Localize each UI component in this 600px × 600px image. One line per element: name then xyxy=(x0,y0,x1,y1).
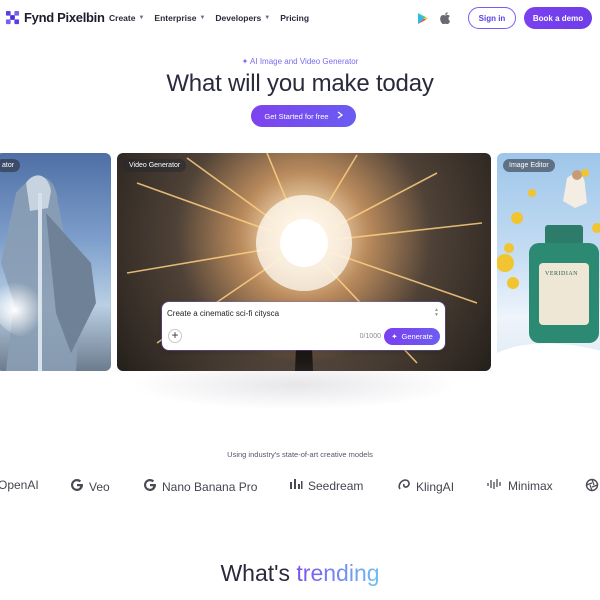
knight-artwork xyxy=(0,175,96,371)
model-name: Nano Banana Pro xyxy=(162,479,258,494)
sparkle-icon: ✦ xyxy=(391,332,398,341)
character-count: 0/1000 xyxy=(359,333,381,340)
card-tag: ator xyxy=(0,159,21,172)
perfume-artwork xyxy=(497,169,600,371)
arrow-right-icon xyxy=(337,111,343,121)
chevron-down-icon: ▼ xyxy=(138,15,145,21)
prompt-input[interactable]: Create a cinematic sci-fi citysca xyxy=(167,309,279,318)
aperture-icon xyxy=(585,478,599,495)
waveform-icon xyxy=(487,478,503,493)
model-name: OpenAI xyxy=(0,478,39,492)
google-play-icon[interactable] xyxy=(416,11,430,25)
image-editor-card[interactable]: Image Editor VERIDIAN xyxy=(497,153,600,371)
model-name: Veo xyxy=(89,479,110,494)
model-veo: Veo xyxy=(70,478,110,495)
trending-heading: What's trending xyxy=(0,560,600,587)
google-icon xyxy=(143,478,157,495)
model-nano-banana: Nano Banana Pro xyxy=(143,478,257,495)
apple-icon[interactable] xyxy=(438,11,452,25)
models-caption: Using industry's state-of-art creative m… xyxy=(227,450,373,459)
model-name: Seedream xyxy=(308,478,364,493)
nav-developers[interactable]: Developers ▼ xyxy=(215,13,270,23)
nav-create[interactable]: Create ▼ xyxy=(109,13,144,23)
generate-button[interactable]: ✦ Generate xyxy=(384,328,440,345)
google-icon xyxy=(70,478,84,495)
nav-enterprise[interactable]: Enterprise ▼ xyxy=(154,13,205,23)
product-label: VERIDIAN xyxy=(545,271,578,277)
hero-eyebrow-text: AI Image and Video Generator xyxy=(250,57,359,66)
nav-label: Pricing xyxy=(280,13,310,23)
top-navigation: Fynd Pixelbin Create ▼ Enterprise ▼ Develo… xyxy=(0,0,600,36)
hero-title: What will you make today xyxy=(166,70,434,97)
model-name: Minimax xyxy=(508,478,553,493)
kling-icon xyxy=(397,478,411,495)
resize-handle-icon[interactable]: ▲ ▼ xyxy=(434,308,439,318)
brand-name: Fynd Pixelbin xyxy=(24,10,105,25)
generate-label: Generate xyxy=(401,332,433,341)
pixelbin-logo-icon xyxy=(5,10,20,25)
book-demo-button[interactable]: Book a demo xyxy=(524,7,592,29)
sparkle-icon: ✦ xyxy=(241,57,249,66)
card-tag: Video Generator xyxy=(123,159,187,172)
trending-prefix: What's xyxy=(220,560,297,586)
model-klingai: KlingAI xyxy=(397,478,454,495)
hero-eyebrow: ✦ AI Image and Video Generator xyxy=(0,57,600,66)
get-started-button[interactable]: Get Started for free xyxy=(251,105,356,127)
chevron-down-icon: ▼ xyxy=(199,15,206,21)
prompt-box[interactable]: Create a cinematic sci-fi citysca ▲ ▼ + 0… xyxy=(162,302,445,350)
prompt-shadow xyxy=(130,360,460,410)
model-minimax: Minimax xyxy=(487,478,553,493)
brand-logo[interactable]: Fynd Pixelbin xyxy=(5,10,105,25)
nav-label: Developers xyxy=(215,13,262,23)
cta-label: Get Started for free xyxy=(264,111,329,121)
model-name: KlingAI xyxy=(416,479,455,494)
model-next xyxy=(585,478,599,495)
nav-label: Enterprise xyxy=(154,13,197,23)
add-attachment-button[interactable]: + xyxy=(168,329,182,343)
model-openai: OpenAI xyxy=(0,478,39,492)
sign-in-button[interactable]: Sign in xyxy=(468,7,516,29)
trending-highlight: trending xyxy=(296,560,380,586)
chevron-down-icon: ▼ xyxy=(264,15,271,21)
nav-pricing[interactable]: Pricing xyxy=(280,13,309,23)
bar-chart-icon xyxy=(289,478,303,493)
card-tag: Image Editor xyxy=(503,159,555,172)
image-generator-card[interactable]: ator xyxy=(0,153,111,371)
nav-label: Create xyxy=(109,13,136,23)
model-seedream: Seedream xyxy=(289,478,363,493)
